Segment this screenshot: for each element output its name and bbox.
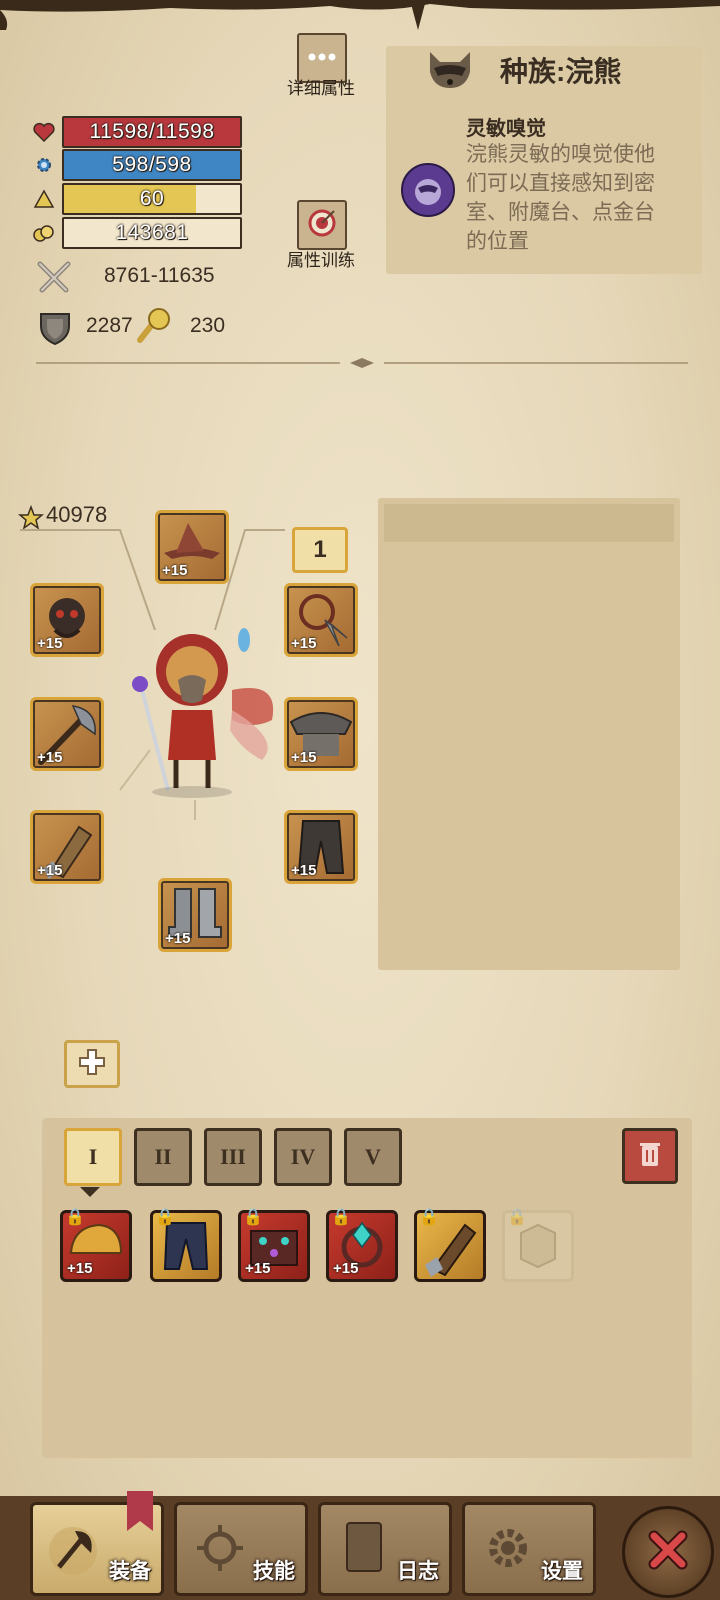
nav-skills-label: 技能 [253,1560,295,1583]
hero-character [132,628,274,798]
detail-attributes-label[interactable]: 详细属性 [276,74,366,99]
equip-plus: +15 [291,749,317,766]
shield-icon [38,310,72,351]
crossed-swords-icon [36,260,72,299]
heart-icon [32,120,56,144]
lock-icon: 🔒 [155,1209,175,1226]
item-detail-header [384,504,674,542]
lock-icon: 🔒 [419,1209,439,1226]
nav-log-label: 日志 [397,1560,439,1583]
inventory-tab-5[interactable]: V [344,1128,402,1186]
equip-slot-pants[interactable]: +15 [284,810,358,884]
nav-equipment-button[interactable]: 装备 [30,1491,164,1596]
gear-icon [483,1523,533,1578]
raccoon-trait-icon[interactable] [400,162,456,223]
skill-burst-icon [195,1523,245,1578]
equip-plus: +15 [37,749,63,766]
close-button[interactable] [622,1506,714,1598]
item-detail-panel [378,498,680,970]
lock-icon: 🔒 [507,1209,527,1226]
equip-plus: +15 [291,862,317,879]
bookmark-ribbon-icon [127,1491,153,1536]
equip-slot-armor[interactable]: +15 [284,697,358,771]
item-plus: +15 [333,1260,359,1277]
inventory-item-1[interactable]: 🔒 +15 [60,1209,132,1282]
raccoon-head-icon [426,48,474,97]
equip-slot-weapon[interactable]: +15 [30,697,104,771]
attribute-training-button[interactable] [297,200,347,250]
attack-value: 8761-11635 [104,264,215,287]
inventory-tab-3[interactable]: III [204,1128,262,1186]
mp-row: 598/598 [32,149,242,181]
equip-plus: +15 [37,862,63,879]
ellipsis-icon [307,49,337,67]
lock-icon: 🔒 [331,1209,351,1226]
mana-gear-icon [32,153,56,177]
top-frame [0,0,720,30]
hp-text: 11598/11598 [89,120,215,143]
target-icon [307,208,337,243]
inventory-item-5[interactable]: 🔒 [414,1209,486,1282]
divider-ornament-icon [350,356,374,375]
add-equipment-button[interactable] [64,1040,120,1088]
level-text: 60 [139,187,165,210]
triangle-level-icon [32,187,56,211]
trait-title: 灵敏嗅觉 [466,118,546,140]
item-plus: +15 [67,1260,93,1277]
nav-settings-label: 设置 [541,1560,583,1583]
magic-resist-icon [134,306,174,351]
inventory-tab-4[interactable]: IV [274,1128,332,1186]
trait-description: 浣熊灵敏的嗅觉使他们可以直接感知到密室、附魔台、点金台的位置 [466,143,655,253]
inventory-tab-2[interactable]: II [134,1128,192,1186]
equip-slot-boots[interactable]: +15 [158,878,232,952]
hp-bar: 11598/11598 [62,116,242,148]
inventory-item-4[interactable]: 🔒 +15 [326,1209,398,1282]
race-title: 种族:浣熊 [500,56,622,87]
equip-plus: +15 [162,562,188,579]
book-icon [341,1519,387,1580]
active-tab-pointer-icon [80,1184,100,1202]
inventory-item-2[interactable]: 🔒 [150,1209,222,1282]
item-plus: +15 [245,1260,271,1277]
divider-right [384,362,688,364]
equip-plus: +15 [37,635,63,652]
gold-row: 143681 [32,217,242,249]
gold-coins-icon [32,221,56,245]
lock-icon: 🔒 [65,1209,85,1226]
inventory-tab-1[interactable]: I [64,1128,122,1186]
nav-settings-button[interactable]: 设置 [462,1502,596,1596]
armor-value: 2287 [86,314,133,337]
equip-slot-necklace[interactable]: +15 [284,583,358,657]
magic-resist-value: 230 [190,314,226,337]
gold-text: 143681 [115,221,189,244]
hp-row: 11598/11598 [32,116,242,148]
inventory-item-6[interactable]: 🔒 [502,1209,574,1282]
nav-equipment-label: 装备 [109,1560,151,1583]
equip-slot-gauntlet[interactable]: +15 [30,810,104,884]
axe-emblem-icon [45,1523,101,1584]
nav-skills-button[interactable]: 技能 [174,1502,308,1596]
lock-icon: 🔒 [243,1209,263,1226]
attribute-training-label[interactable]: 属性训练 [276,246,366,271]
level-row: 60 [32,183,242,215]
inventory-item-3[interactable]: 🔒 +15 [238,1209,310,1282]
equip-slot-amulet[interactable]: +15 [30,583,104,657]
level-bar: 60 [62,183,242,215]
trash-icon [638,1140,662,1173]
equip-plus: +15 [291,635,317,652]
mp-bar: 598/598 [62,149,242,181]
gold-bar: 143681 [62,217,242,249]
plus-cross-icon [78,1048,106,1081]
close-icon [646,1528,690,1577]
equip-slot-hat[interactable]: +15 [155,510,229,584]
nav-log-button[interactable]: 日志 [318,1502,452,1596]
mp-text: 598/598 [112,153,192,176]
trash-button[interactable] [622,1128,678,1184]
divider-left [36,362,340,364]
equip-plus: +15 [165,930,191,947]
